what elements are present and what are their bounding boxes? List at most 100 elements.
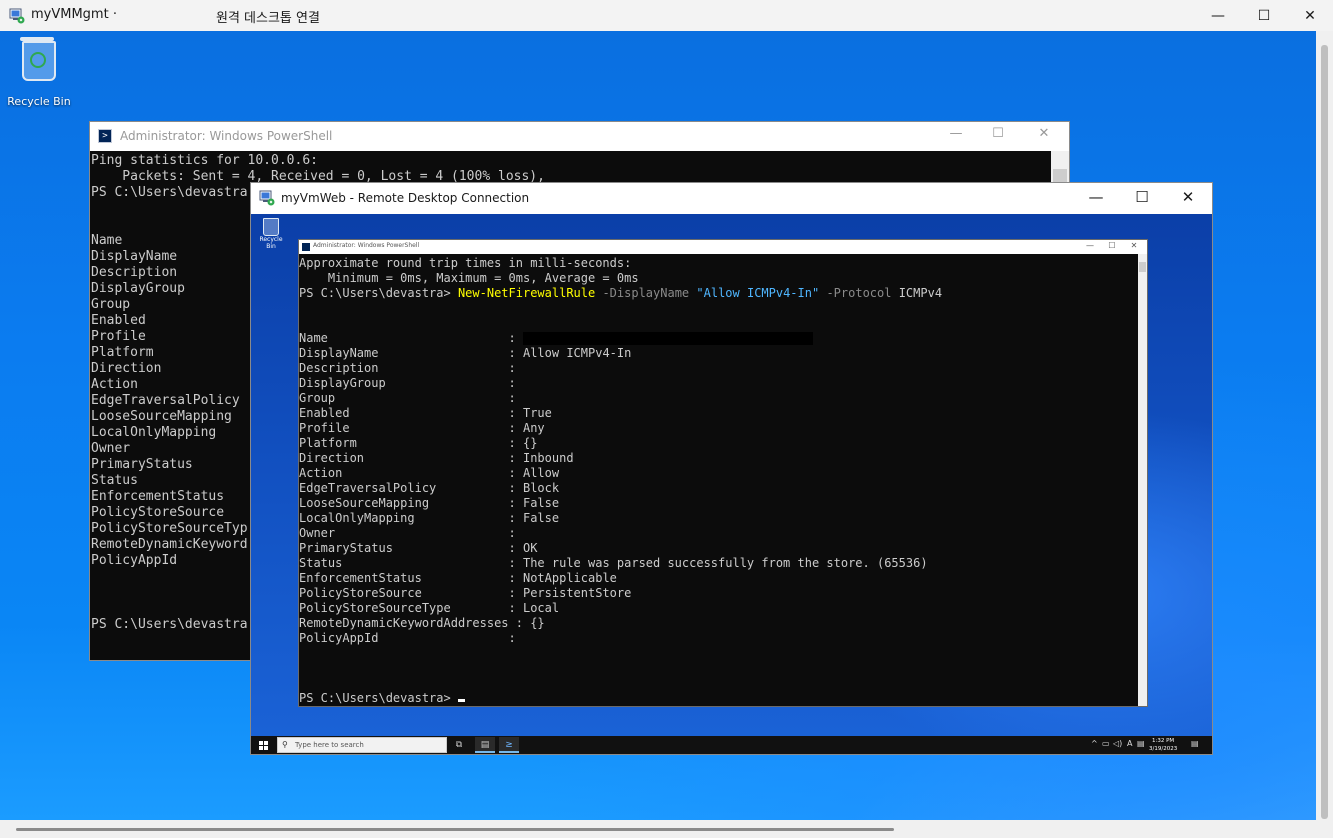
property-key: RemoteDynamicKeywordAddresses : (299, 616, 531, 630)
remote-desktop-icon (259, 190, 275, 206)
remote-powershell-titlebar[interactable]: Administrator: Windows PowerShell — ☐ ✕ (299, 240, 1147, 254)
property-row: LooseSourceMapping : False (299, 496, 942, 511)
remote-desktop-window[interactable]: myVmWeb - Remote Desktop Connection — ☐ … (250, 182, 1213, 755)
property-value: Allow (522, 466, 560, 480)
recycle-bin-icon (20, 37, 56, 81)
property-value: {} (522, 436, 538, 450)
outer-close-button[interactable]: ✕ (1287, 0, 1333, 31)
parameter-value: "Allow ICMPv4-In" (696, 286, 820, 300)
property-key: EdgeTraversalPolicy : (299, 481, 523, 495)
property-value: The rule was parsed successfully from th… (522, 556, 928, 570)
remote-maximize-button[interactable]: ☐ (1120, 188, 1164, 210)
property-value: False (522, 496, 560, 510)
property-row: PolicyStoreSource : PersistentStore (299, 586, 942, 601)
property-value: OK (522, 541, 538, 555)
remote-ps-scrollbar[interactable] (1138, 254, 1147, 706)
vm-desktop: Recycle Bin Administrator: Windows Power… (251, 214, 1212, 736)
outer-window-subtitle: 원격 데스크톱 연결 (216, 11, 320, 26)
remote-powershell-title: Administrator: Windows PowerShell (313, 242, 420, 249)
remote-minimize-button[interactable]: — (1074, 188, 1118, 210)
taskbar-search-box[interactable]: ⚲ Type here to search (277, 737, 447, 753)
notification-center-icon[interactable]: ▤ (1191, 739, 1199, 748)
redacted-value (522, 332, 813, 345)
property-value: Local (522, 601, 560, 615)
tray-network-icon[interactable]: ▭ (1102, 739, 1110, 748)
tray-keyboard-icon[interactable]: ▤ (1137, 739, 1145, 748)
recycle-bin-icon (263, 218, 279, 236)
powershell-taskbar-icon[interactable]: ≥ (499, 737, 519, 753)
cmdlet-name: New-NetFirewallRule (457, 286, 596, 300)
property-value: False (522, 511, 560, 525)
server-manager-icon[interactable]: ▤ (475, 737, 495, 753)
property-value: Allow ICMPv4-In (522, 346, 632, 360)
outer-window-title: myVMMgmt · (31, 7, 117, 22)
recycle-bin-shortcut[interactable]: Recycle Bin (4, 37, 74, 108)
final-prompt-line[interactable]: PS C:\Users\devastra> (299, 691, 942, 706)
property-value: Block (522, 481, 560, 495)
property-key: Description : (299, 361, 523, 375)
property-key: PolicyStoreSourceType : (299, 601, 523, 615)
start-button[interactable] (259, 741, 268, 750)
property-key: Status : (299, 556, 523, 570)
property-row: Owner : (299, 526, 942, 541)
tray-chevron-up-icon[interactable]: ^ (1091, 739, 1098, 748)
property-value: Inbound (522, 451, 574, 465)
outer-horizontal-scrollbar[interactable] (0, 820, 1316, 838)
vm-recycle-bin-shortcut[interactable]: Recycle Bin (255, 218, 287, 250)
property-value: PersistentStore (522, 586, 632, 600)
property-row: DisplayName : Allow ICMPv4-In (299, 346, 942, 361)
prompt: PS C:\Users\devastra> (299, 286, 458, 300)
remote-powershell-window[interactable]: Administrator: Windows PowerShell — ☐ ✕ … (298, 239, 1148, 707)
property-row: Platform : {} (299, 436, 942, 451)
property-key: PrimaryStatus : (299, 541, 523, 555)
vm-recycle-bin-label: Recycle Bin (259, 236, 283, 250)
tray-volume-icon[interactable]: ◁) (1113, 739, 1122, 748)
command-line: PS C:\Users\devastra> New-NetFirewallRul… (299, 286, 942, 301)
property-row: Enabled : True (299, 406, 942, 421)
local-powershell-titlebar[interactable]: > Administrator: Windows PowerShell — ☐ … (90, 122, 1069, 151)
taskbar-clock[interactable]: 1:32 PM 3/19/2023 (1149, 737, 1177, 753)
local-powershell-title: Administrator: Windows PowerShell (120, 129, 333, 143)
parameter-value: ICMPv4 (898, 286, 943, 300)
property-key: LooseSourceMapping : (299, 496, 523, 510)
property-row: PolicyAppId : (299, 631, 942, 646)
local-ps-minimize-button[interactable]: — (936, 126, 976, 146)
remote-powershell-output[interactable]: Approximate round trip times in milli-se… (299, 256, 942, 706)
property-row: LocalOnlyMapping : False (299, 511, 942, 526)
search-icon: ⚲ (282, 740, 288, 749)
outer-maximize-button[interactable]: ☐ (1241, 0, 1287, 31)
scrollbar-corner (1316, 820, 1333, 838)
remote-ps-maximize-button[interactable]: ☐ (1103, 241, 1121, 263)
property-key: PolicyStoreSource : (299, 586, 523, 600)
property-row: Action : Allow (299, 466, 942, 481)
local-ps-close-button[interactable]: ✕ (1024, 126, 1064, 146)
remote-window-titlebar[interactable]: myVmWeb - Remote Desktop Connection — ☐ … (251, 183, 1212, 214)
local-ps-maximize-button[interactable]: ☐ (978, 126, 1018, 146)
property-row: DisplayGroup : (299, 376, 942, 391)
property-key: EnforcementStatus : (299, 571, 523, 585)
remote-close-button[interactable]: ✕ (1166, 188, 1210, 210)
property-row: RemoteDynamicKeywordAddresses : {} (299, 616, 942, 631)
property-value: True (522, 406, 552, 420)
remote-desktop-icon (9, 8, 25, 24)
property-key: Platform : (299, 436, 523, 450)
property-key: DisplayGroup : (299, 376, 523, 390)
property-row: Direction : Inbound (299, 451, 942, 466)
task-view-icon[interactable]: ⧉ (449, 737, 469, 753)
property-row: EnforcementStatus : NotApplicable (299, 571, 942, 586)
property-value: NotApplicable (522, 571, 617, 585)
property-row: Status : The rule was parsed successfull… (299, 556, 942, 571)
tray-ime-indicator[interactable]: A (1127, 739, 1132, 748)
remote-window-title: myVmWeb - Remote Desktop Connection (281, 191, 530, 205)
property-row: Group : (299, 391, 942, 406)
property-row: EdgeTraversalPolicy : Block (299, 481, 942, 496)
powershell-icon (302, 243, 310, 251)
property-row: Description : (299, 361, 942, 376)
outer-minimize-button[interactable]: — (1195, 0, 1241, 31)
property-value: {} (530, 616, 545, 630)
property-key: DisplayName : (299, 346, 523, 360)
outer-vertical-scrollbar[interactable] (1316, 31, 1333, 820)
remote-ps-minimize-button[interactable]: — (1081, 241, 1099, 263)
clock-date: 3/19/2023 (1149, 746, 1178, 752)
ping-line: Minimum = 0ms, Maximum = 0ms, Average = … (299, 271, 639, 285)
